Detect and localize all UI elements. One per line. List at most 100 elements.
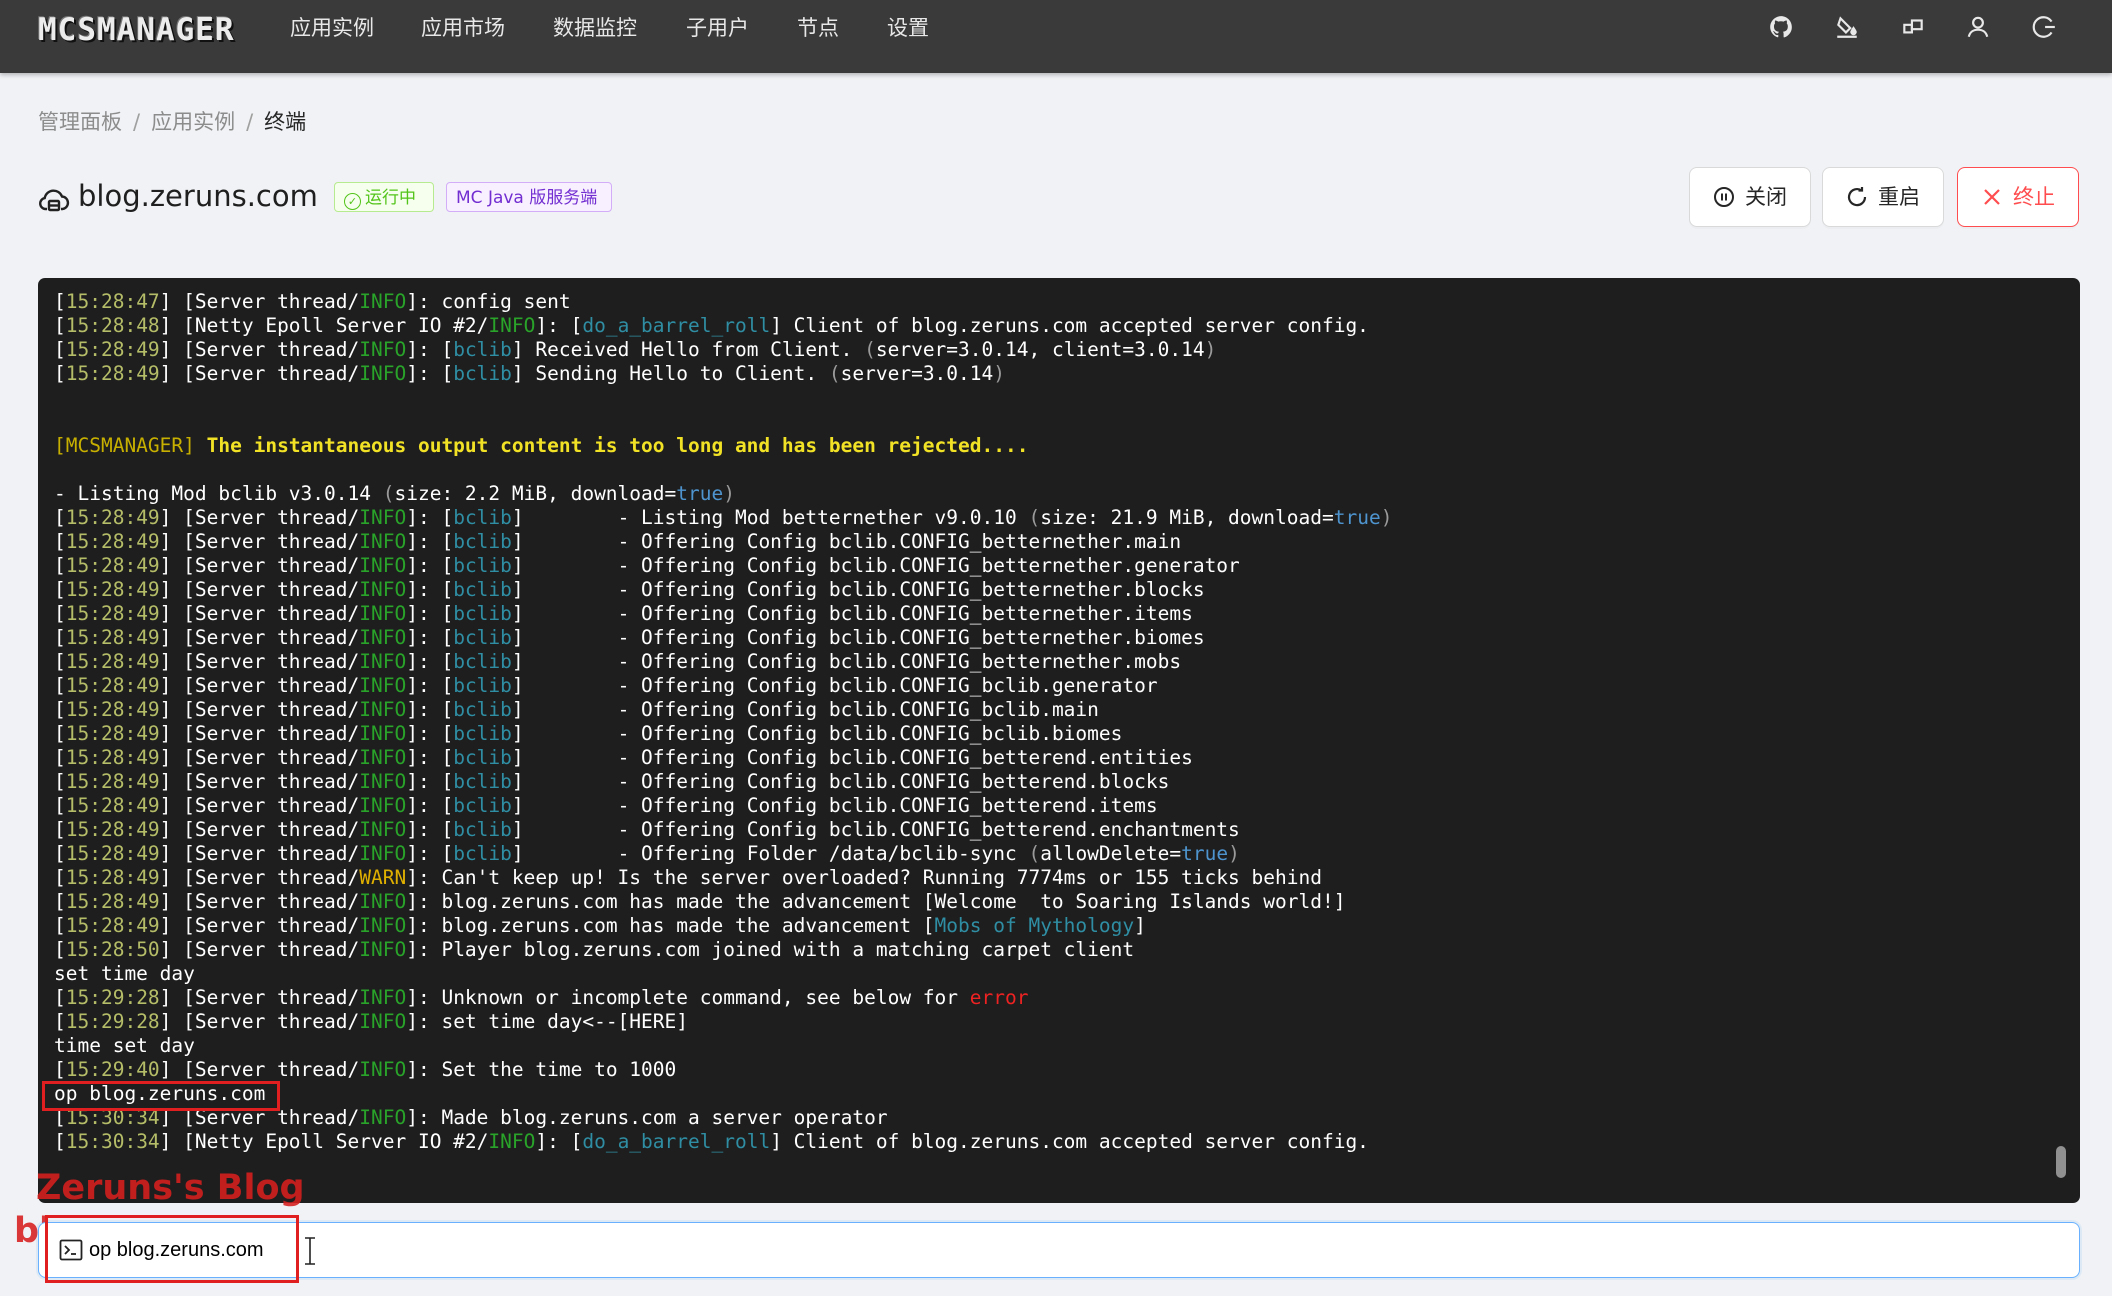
terminal-segment: ] [Server thread/: [159, 578, 360, 601]
terminal-segment: ]: [: [406, 626, 454, 649]
nav-item-instances[interactable]: 应用实例: [290, 0, 374, 56]
kill-button-label: 终止: [2013, 185, 2055, 209]
terminal-segment: INFO: [359, 1106, 407, 1129]
nav-item-monitor[interactable]: 数据监控: [553, 0, 637, 56]
terminal-segment: ]: [: [406, 602, 454, 625]
terminal-scrollbar-thumb[interactable]: [2056, 1146, 2066, 1178]
github-icon[interactable]: [1768, 14, 1794, 40]
terminal-segment: true: [1333, 506, 1381, 529]
terminal-segment: 15:28:49: [65, 554, 160, 577]
restart-button[interactable]: 重启: [1822, 167, 1944, 227]
nav-item-settings[interactable]: 设置: [887, 0, 929, 56]
breadcrumb-dashboard[interactable]: 管理面板: [38, 110, 122, 134]
terminal-segment: ] [Server thread/: [159, 650, 360, 673]
close-button-label: 关闭: [1745, 185, 1787, 209]
close-button[interactable]: 关闭: [1689, 167, 1811, 227]
terminal-segment: bclib: [453, 554, 512, 577]
terminal-line: op blog.zeruns.com: [54, 1082, 2040, 1106]
terminal-segment: ]: config sent: [406, 290, 571, 313]
terminal-segment: 15:28:49: [65, 362, 160, 385]
terminal-line: [15:30:34] [Netty Epoll Server IO #2/INF…: [54, 1130, 2040, 1154]
terminal-segment: [: [54, 1058, 66, 1081]
terminal-segment: (: [382, 482, 395, 505]
terminal-segment: ] - Offering Config bclib.CONFIG_bettere…: [511, 794, 1158, 817]
terminal-segment: 15:28:50: [65, 938, 160, 961]
cloud-server-icon: [38, 184, 70, 216]
terminal-segment: bclib: [453, 626, 512, 649]
terminal-segment: ]: Player blog.zeruns.com joined with a …: [406, 938, 1135, 961]
nav-item-subusers[interactable]: 子用户: [686, 0, 749, 56]
terminal-segment: ] - Offering Config bclib.CONFIG_bclib.g…: [511, 674, 1158, 697]
terminal-segment: [: [54, 818, 66, 841]
terminal-segment: ] - Listing Mod betternether v9.0.10: [511, 506, 1029, 529]
terminal-segment: ] [Server thread/: [159, 338, 360, 361]
app-logo[interactable]: MCSMANAGER: [38, 12, 235, 48]
terminal-line: [15:28:49] [Server thread/INFO]: [bclib]…: [54, 626, 2040, 650]
terminal-segment: ] [Server thread/: [159, 938, 360, 961]
terminal-line: [15:28:49] [Server thread/INFO]: blog.ze…: [54, 890, 2040, 914]
terminal-scrollbar-track[interactable]: [2056, 290, 2066, 1191]
logout-icon[interactable]: [2031, 14, 2057, 40]
terminal-segment: bclib: [453, 362, 512, 385]
terminal-segment: [: [54, 314, 66, 337]
reload-icon: [1846, 186, 1868, 208]
terminal-segment: [: [54, 506, 66, 529]
terminal-segment: bclib: [453, 698, 512, 721]
terminal-segment: ] Client of blog.zeruns.com accepted ser…: [770, 1130, 1369, 1153]
terminal-segment: [195, 434, 207, 457]
terminal-line: [15:28:49] [Server thread/INFO]: [bclib]…: [54, 338, 2040, 362]
terminal-segment: INFO: [359, 650, 407, 673]
terminal-segment: ]: [: [406, 794, 454, 817]
terminal-segment: ): [1228, 842, 1240, 865]
terminal-segment: 15:28:49: [65, 530, 160, 553]
terminal-line: [15:29:40] [Server thread/INFO]: Set the…: [54, 1058, 2040, 1082]
terminal-segment: 15:29:28: [65, 986, 160, 1009]
terminal-segment: 15:28:49: [65, 650, 160, 673]
theme-icon[interactable]: [1834, 14, 1860, 40]
terminal-segment: 15:28:49: [65, 866, 160, 889]
terminal-segment: ] [Server thread/: [159, 890, 360, 913]
terminal-segment: 15:28:49: [65, 842, 160, 865]
terminal-segment: ] Client of blog.zeruns.com accepted ser…: [770, 314, 1369, 337]
terminal-segment: ] - Offering Config bclib.CONFIG_bettere…: [511, 770, 1170, 793]
terminal-segment: ] [Netty Epoll Server IO #2/: [159, 314, 489, 337]
terminal-line: [15:28:49] [Server thread/INFO]: [bclib]…: [54, 842, 2040, 866]
terminal-segment: time set day: [54, 1034, 195, 1057]
terminal-output[interactable]: [15:28:47] [Server thread/INFO]: config …: [38, 278, 2080, 1203]
command-input[interactable]: [89, 1232, 1989, 1268]
terminal-segment: INFO: [359, 986, 407, 1009]
terminal-segment: bclib: [453, 722, 512, 745]
instance-title: blog.zeruns.com: [78, 179, 318, 213]
terminal-segment: ]: [: [406, 722, 454, 745]
terminal-segment: [: [54, 530, 66, 553]
terminal-segment: 15:28:49: [65, 626, 160, 649]
terminal-line: [15:28:49] [Server thread/INFO]: [bclib]…: [54, 770, 2040, 794]
terminal-segment: 15:30:34: [65, 1130, 160, 1153]
terminal-segment: INFO: [359, 938, 407, 961]
nav-item-nodes[interactable]: 节点: [797, 0, 839, 56]
terminal-line: [MCSMANAGER] The instantaneous output co…: [54, 434, 2040, 458]
terminal-segment: ] [Server thread/: [159, 746, 360, 769]
close-icon: [1981, 186, 2003, 208]
nav-item-market[interactable]: 应用市场: [421, 0, 505, 56]
terminal-segment: [: [54, 1010, 66, 1033]
breadcrumb-instances[interactable]: 应用实例: [151, 110, 235, 134]
terminal-segment: do_a_barrel_roll: [582, 314, 771, 337]
terminal-line: [15:30:34] [Server thread/INFO]: Made bl…: [54, 1106, 2040, 1130]
terminal-segment: INFO: [359, 530, 407, 553]
terminal-segment: ]: [: [406, 818, 454, 841]
terminal-segment: ] - Offering Folder /data/bclib-sync: [511, 842, 1029, 865]
terminal-segment: - Listing Mod bclib v3.0.14: [54, 482, 383, 505]
terminal-segment: ]: [: [406, 506, 454, 529]
terminal-line: set time day: [54, 962, 2040, 986]
user-icon[interactable]: [1965, 14, 1991, 40]
layout-icon[interactable]: [1900, 14, 1926, 40]
kill-button[interactable]: 终止: [1957, 167, 2079, 227]
terminal-segment: [: [54, 986, 66, 1009]
terminal-line: [15:28:47] [Server thread/INFO]: config …: [54, 290, 2040, 314]
status-badge: ✓ 运行中: [334, 182, 434, 212]
command-input-wrapper[interactable]: [38, 1222, 2080, 1278]
terminal-segment: ] - Offering Config bclib.CONFIG_bettere…: [511, 746, 1193, 769]
